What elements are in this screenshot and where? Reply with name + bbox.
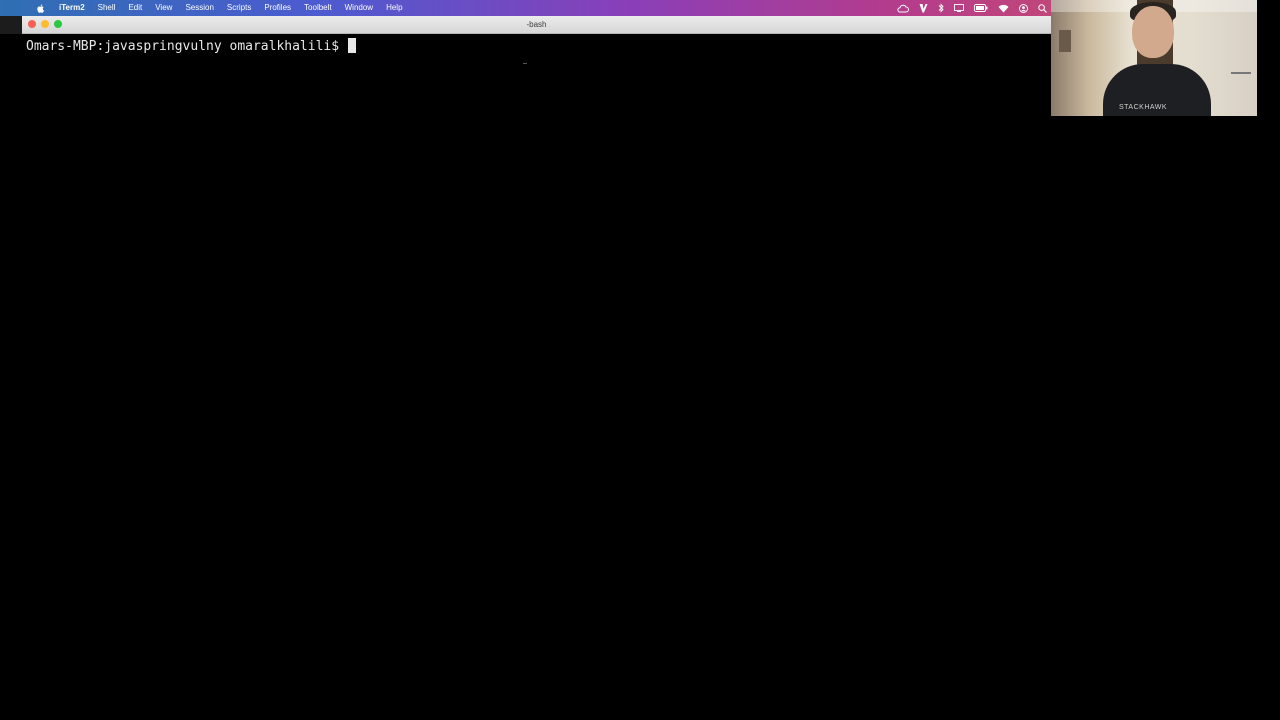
menu-shell[interactable]: Shell: [98, 0, 116, 16]
chair: [1231, 72, 1251, 84]
menu-app-iterm2[interactable]: iTerm2: [59, 0, 85, 16]
shirt-logo: STACKHAWK: [1119, 104, 1168, 111]
terminal-prompt-line: Omars-MBP:javaspringvulny omaralkhalili$: [26, 38, 357, 55]
wall-picture: [1059, 30, 1071, 52]
menu-toolbelt[interactable]: Toolbelt: [304, 0, 332, 16]
terminal-pane[interactable]: [0, 34, 1051, 720]
menu-bar: iTerm2 Shell Edit View Session Scripts P…: [0, 0, 1051, 16]
apple-icon[interactable]: [34, 0, 48, 16]
menu-edit[interactable]: Edit: [128, 0, 142, 16]
creative-cloud-icon[interactable]: [897, 0, 909, 16]
menu-session[interactable]: Session: [185, 0, 213, 16]
presenter-face: [1132, 6, 1174, 58]
battery-icon[interactable]: [974, 0, 988, 16]
bluetooth-icon[interactable]: [938, 0, 944, 16]
menu-help[interactable]: Help: [386, 0, 402, 16]
desktop-edge: [0, 16, 22, 34]
wifi-icon[interactable]: [998, 0, 1009, 16]
status-area: [887, 0, 1051, 16]
vim-icon[interactable]: [919, 0, 928, 16]
display-icon[interactable]: [954, 0, 964, 16]
user-icon[interactable]: [1019, 0, 1028, 16]
menu-profiles[interactable]: Profiles: [264, 0, 291, 16]
search-icon[interactable]: [1038, 0, 1047, 16]
text-cursor: [348, 38, 357, 53]
menu-window[interactable]: Window: [345, 0, 373, 16]
menu-view[interactable]: View: [155, 0, 172, 16]
mouse-pointer-speck: [523, 63, 527, 64]
shell-prompt: Omars-MBP:javaspringvulny omaralkhalili$: [26, 39, 340, 54]
window-title-bar[interactable]: -bash: [22, 16, 1051, 34]
webcam-overlay: STACKHAWK: [1051, 0, 1257, 116]
window-title: -bash: [526, 20, 547, 29]
menu-scripts[interactable]: Scripts: [227, 0, 251, 16]
